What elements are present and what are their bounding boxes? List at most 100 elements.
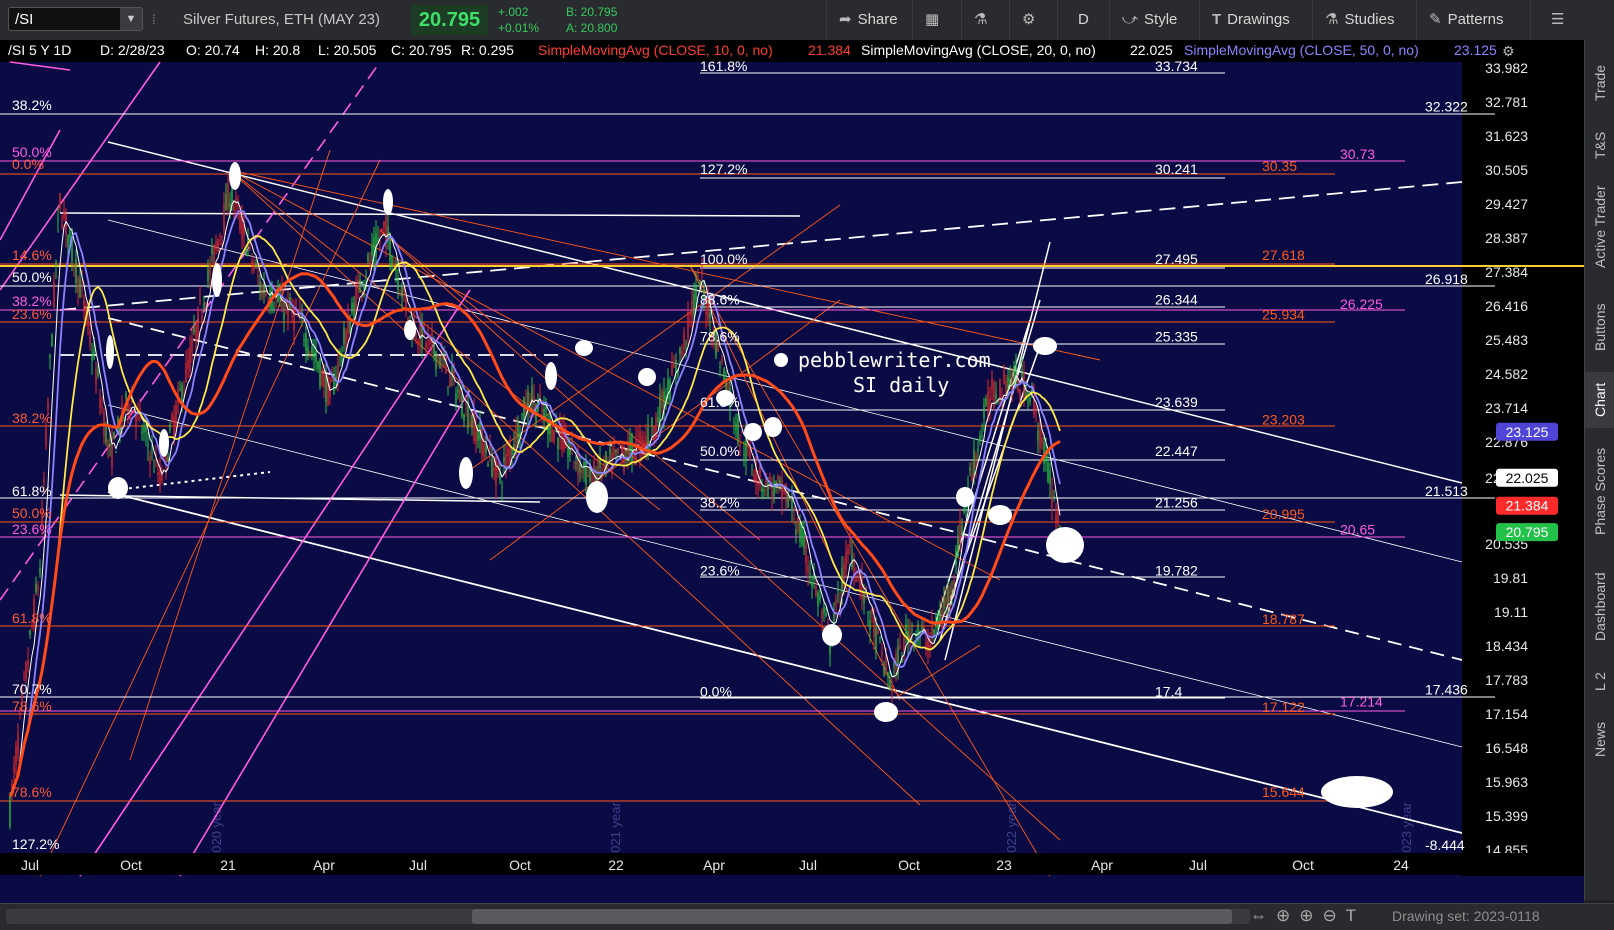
candle-body	[953, 579, 955, 585]
candle-body	[435, 351, 437, 370]
candle-body	[1049, 470, 1051, 485]
candle-body	[875, 627, 877, 653]
fib-percent-label: 100.0%	[700, 251, 747, 267]
candle-body	[975, 454, 977, 469]
fib-left-label: 78.6%	[12, 698, 52, 714]
candle-body	[447, 386, 449, 388]
y-tick-label: 17.783	[1485, 672, 1528, 688]
candle-body	[455, 393, 457, 404]
candle-body	[585, 459, 587, 486]
fib-left-label: 50.0%	[12, 269, 52, 285]
candle-body	[553, 430, 555, 443]
fib-left-label: 23.6%	[12, 521, 52, 537]
share-button[interactable]: ➦ Share	[826, 0, 912, 40]
settings-icon[interactable]: ⚙	[1502, 43, 1515, 59]
candle-body	[229, 202, 231, 208]
studies-button[interactable]: ⚗ Studies	[1312, 0, 1416, 40]
candle-body	[367, 254, 369, 261]
link-icon[interactable]: ⁞	[152, 0, 156, 40]
candle-body	[849, 539, 851, 548]
candle-body	[393, 264, 395, 267]
share-label: Share	[857, 11, 898, 28]
tab-chart[interactable]: Chart	[1585, 372, 1614, 428]
studies-icon: ⚗	[1325, 11, 1339, 28]
candle-body	[685, 343, 687, 345]
study-sma50-label: SimpleMovingAvg (CLOSE, 50, 0, no)	[1184, 42, 1419, 58]
tab-level-2[interactable]: L 2	[1585, 662, 1614, 702]
candle-body	[705, 311, 707, 315]
drawings-button[interactable]: T Drawings	[1199, 0, 1312, 40]
candle-body	[769, 475, 771, 480]
candle-body	[311, 346, 313, 353]
fib-pink-value: 20.65	[1340, 522, 1375, 538]
candle-body	[1037, 430, 1039, 441]
ask-value: A: 20.800	[566, 21, 618, 35]
watermark-line2: SI daily	[853, 373, 949, 397]
candle-body	[273, 307, 275, 311]
candle-body	[45, 428, 47, 447]
candle-body	[1047, 462, 1049, 482]
candle-body	[617, 447, 619, 454]
tab-news[interactable]: News	[1585, 706, 1614, 772]
crosshair-icon[interactable]: ⊕	[1276, 906, 1299, 925]
tab-phase-scores[interactable]: Phase Scores	[1585, 432, 1614, 550]
candle-body	[887, 673, 889, 677]
candle-body	[209, 264, 211, 276]
tab-active-trader[interactable]: Active Trader	[1585, 172, 1614, 282]
candle-body	[169, 423, 171, 431]
grid-layout-button[interactable]: ▦	[912, 0, 961, 40]
candle-body	[1019, 389, 1021, 397]
tab-time-and-sales[interactable]: T&S	[1585, 120, 1614, 170]
aggregation-button[interactable]: D	[1057, 0, 1109, 40]
candle-body	[463, 414, 465, 421]
candle-body	[153, 470, 155, 472]
flask-button[interactable]: ⚗	[961, 0, 1009, 40]
candle-body	[261, 284, 263, 299]
text-tool-icon[interactable]: T	[1346, 906, 1365, 925]
candle-body	[653, 426, 655, 441]
settings-button[interactable]: ⚙	[1009, 0, 1057, 40]
text-tool-icon: T	[1212, 11, 1222, 28]
style-button[interactable]: ⤻ Style	[1109, 0, 1199, 40]
candle-body	[727, 384, 729, 392]
candle-body	[179, 388, 181, 390]
tab-trade[interactable]: Trade	[1585, 48, 1614, 118]
x-tick-label: 23	[996, 857, 1012, 873]
y-tick-label: 31.623	[1485, 128, 1528, 144]
menu-button[interactable]: ☰	[1530, 0, 1584, 40]
candle-body	[167, 457, 169, 462]
candle-body	[873, 618, 875, 637]
candle-body	[683, 331, 685, 349]
zoom-out-icon[interactable]: ⊖	[1323, 906, 1346, 925]
candle-body	[97, 370, 99, 376]
candle-body	[331, 377, 333, 382]
candle-body	[133, 410, 135, 414]
candle-body	[325, 375, 327, 403]
symbol-input[interactable]: /SI ▼	[8, 7, 143, 31]
candle-body	[143, 426, 145, 432]
candle-body	[847, 548, 849, 555]
candle-body	[79, 279, 81, 298]
tab-dashboard[interactable]: Dashboard	[1585, 556, 1614, 658]
fib-orange-value: 25.934	[1262, 306, 1305, 322]
x-tick-label: Oct	[898, 857, 920, 873]
candle-body	[321, 370, 323, 386]
pan-icon[interactable]: ⇔	[1250, 906, 1276, 925]
candle-body	[371, 244, 373, 256]
candle-body	[257, 275, 259, 278]
candle-body	[313, 351, 315, 358]
patterns-button[interactable]: ✎ Patterns	[1416, 0, 1530, 40]
price-chart[interactable]: /SI 5 Y 1D D: 2/28/23 O: 20.74 H: 20.8 L…	[0, 40, 1584, 903]
chevron-down-icon[interactable]: ▼	[120, 8, 142, 30]
x-tick-label: Jul	[409, 857, 427, 873]
candle-body	[885, 655, 887, 675]
candle-body	[187, 359, 189, 369]
candle-body	[983, 404, 985, 418]
horizontal-scrollbar[interactable]	[6, 909, 1250, 924]
candle-body	[83, 297, 85, 310]
candle-body	[305, 333, 307, 351]
tab-buttons[interactable]: Buttons	[1585, 288, 1614, 366]
candle-body	[351, 303, 353, 313]
scrollbar-thumb[interactable]	[472, 909, 1232, 924]
zoom-in-icon[interactable]: ⊕	[1299, 906, 1322, 925]
